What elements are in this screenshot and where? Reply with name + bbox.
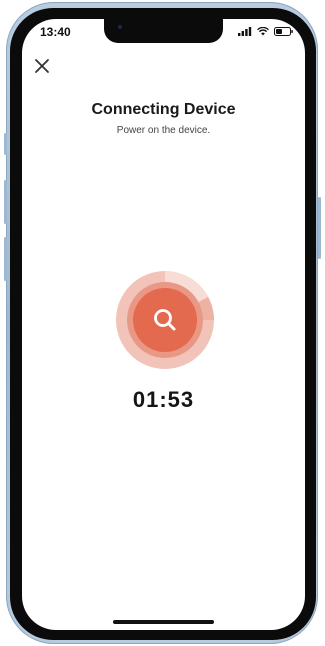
page-subtitle: Power on the device. — [116, 125, 211, 136]
status-icons — [238, 27, 293, 36]
signal-icon — [238, 27, 252, 36]
search-icon — [154, 309, 176, 331]
close-button[interactable] — [32, 56, 52, 76]
front-camera — [118, 25, 122, 29]
canvas: 13:40 Connecting Device Power on the dev… — [0, 0, 325, 646]
wifi-icon — [257, 27, 269, 36]
home-indicator[interactable] — [113, 620, 214, 624]
close-icon — [35, 59, 49, 73]
page-title: Connecting Device — [91, 101, 236, 118]
power-button — [318, 197, 321, 259]
phone-screen: 13:40 Connecting Device Power on the dev… — [22, 19, 305, 630]
notch — [104, 19, 223, 43]
mute-switch — [4, 133, 7, 155]
countdown-timer: 01:53 — [132, 387, 195, 412]
status-time: 13:40 — [40, 25, 71, 39]
search-animation — [116, 271, 214, 369]
volume-down-button — [4, 237, 7, 281]
battery-icon — [274, 27, 293, 36]
search-core — [133, 288, 197, 352]
volume-up-button — [4, 180, 7, 224]
